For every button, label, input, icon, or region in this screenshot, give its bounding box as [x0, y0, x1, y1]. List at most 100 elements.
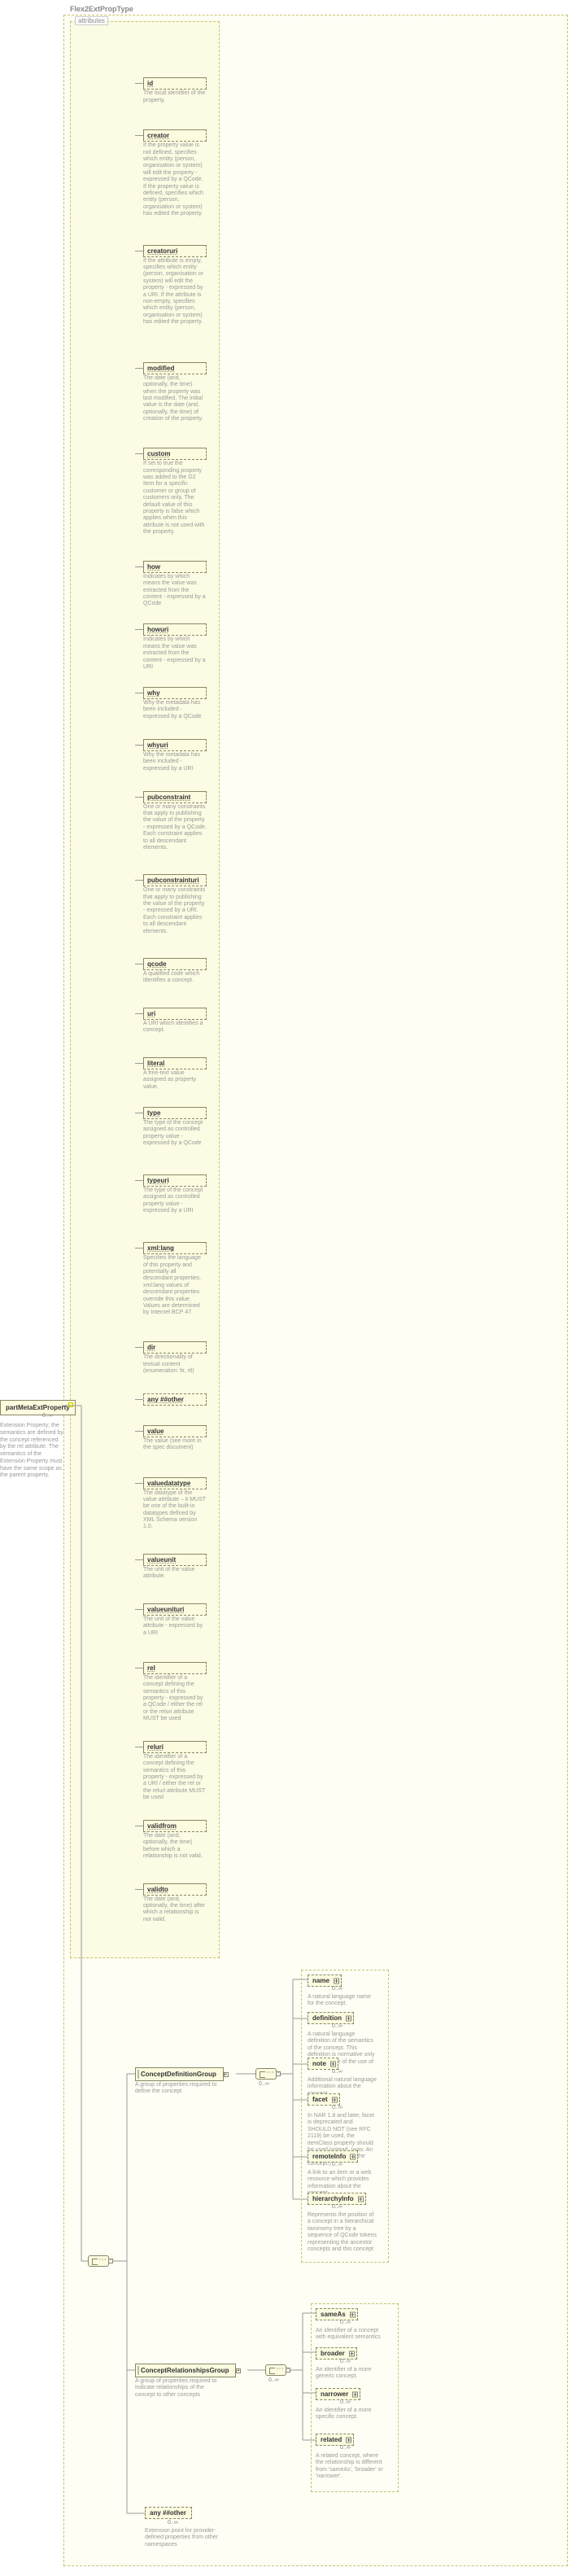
attr-reluri: reluri [143, 1741, 207, 1753]
elem-occ: 0..∞ [332, 2105, 343, 2110]
attr-desc: Why the metadata has been included - exp… [143, 700, 207, 720]
attr-label: literal [147, 1060, 164, 1067]
attr-desc: If the property value is not defined, sp… [143, 142, 207, 217]
root-occurrence: 0..∞ [42, 1413, 53, 1419]
elem-desc: An identifier of a more generic concept. [316, 2367, 385, 2381]
cdg-child-hierarchyinfo: hierarchyInfo+ [308, 2193, 366, 2205]
attr-xml-lang: xml:lang [143, 1242, 207, 1254]
attr-label: type [147, 1109, 160, 1117]
attr-desc: Specifies the language of this property … [143, 1255, 207, 1317]
cdg-seq-occ: 0..∞ [259, 2081, 269, 2087]
cdg-child-definition: definition+ [308, 2012, 354, 2024]
attributes-title: attributes [75, 16, 108, 25]
cdg-sequence: - [255, 2068, 277, 2080]
attr-label: dir [147, 1344, 155, 1351]
attr-label: rel [147, 1664, 155, 1672]
elem-occ: 0..∞ [332, 1986, 343, 1992]
attr-desc: The local identifier of the property. [143, 90, 207, 104]
attr-pubconstraint: pubconstraint [143, 791, 207, 803]
attr-desc: The datatype of the value attribute – it… [143, 1490, 207, 1531]
type-label: Flex2ExtPropType [70, 5, 133, 13]
attr-label: howuri [147, 626, 168, 633]
attr-desc: The date (and, optionally, the time) aft… [143, 1896, 207, 1924]
attr-label: modified [147, 365, 174, 372]
elem-occ: 0..∞ [340, 2359, 351, 2364]
root-desc: Extension Property; the semantics are de… [0, 1423, 65, 1480]
elem-desc: A related concept, where the relationshi… [316, 2453, 385, 2481]
elem-occ: 0..∞ [340, 2399, 351, 2405]
attr-valuedatatype: valuedatatype [143, 1477, 207, 1489]
attr-label: xml:lang [147, 1244, 174, 1252]
attr-validto: validto [143, 1883, 207, 1896]
root-element: partMetaExtProperty [0, 1400, 76, 1415]
attr-pubconstrainturi: pubconstrainturi [143, 874, 207, 886]
root-element-label: partMetaExtProperty [6, 1404, 70, 1411]
crg-child-broader: broader+ [316, 2347, 357, 2360]
attr-literal: literal [143, 1057, 207, 1069]
attr-dir: dir [143, 1341, 207, 1354]
attr-creator: creator [143, 129, 207, 142]
elem-label: narrower [321, 2390, 348, 2398]
attr-modified: modified [143, 362, 207, 374]
attr-label: reluri [147, 1743, 164, 1751]
cdg-label: ConceptDefinitionGroup [141, 2071, 216, 2078]
attr-desc: The type of the concept assigned as cont… [143, 1120, 207, 1148]
cdg-child-facet: facet+ [308, 2093, 340, 2106]
elem-desc: A natural language name for the concept. [308, 1994, 377, 2008]
attr-desc: A URI which identifies a concept. [143, 1021, 207, 1034]
attr-label: typeuri [147, 1177, 169, 1184]
concept-relationships-group: ConceptRelationshipsGroup [135, 2364, 236, 2377]
attr-desc: The date (and, optionally, the time) whe… [143, 375, 207, 423]
attr-any-other: any ##other [143, 1393, 207, 1406]
attr-label: creator [147, 132, 169, 139]
attr-desc: The directionality of textual content (e… [143, 1354, 207, 1375]
elem-desc: An identifier of a concept with equivale… [316, 2328, 385, 2342]
cdg-child-remoteinfo: remoteInfo+ [308, 2150, 358, 2163]
attr-label: valueunituri [147, 1606, 184, 1613]
attr-desc: The identifier of a concept defining the… [143, 1754, 207, 1802]
attr-desc: The unit of the value attribute - expres… [143, 1616, 207, 1637]
crg-sequence: - [265, 2364, 286, 2376]
attr-label: id [147, 80, 153, 87]
attr-desc: One or many constraints that apply to pu… [143, 804, 207, 852]
attr-valueunituri: valueunituri [143, 1603, 207, 1616]
cdg-desc: A group of properties required to define… [135, 2082, 220, 2096]
attr-creatoruri: creatoruri [143, 245, 207, 257]
attr-label: pubconstrainturi [147, 877, 199, 884]
attr-id: id [143, 77, 207, 90]
attr-why: why [143, 687, 207, 699]
canvas: Flex2ExtPropType attributes partMetaExtP… [0, 0, 576, 2576]
attr-validfrom: validfrom [143, 1820, 207, 1832]
attr-desc: The type of the concept assigned as cont… [143, 1187, 207, 1215]
elem-label: definition [312, 2014, 342, 2022]
crg-child-related: related+ [316, 2434, 354, 2446]
cdg-child-note: note+ [308, 2058, 338, 2070]
elem-label: broader [321, 2350, 345, 2357]
any-other-occ: 0..∞ [168, 2520, 178, 2526]
attr-label: how [147, 563, 160, 571]
attr-desc: Indicates by which means the value was e… [143, 574, 207, 608]
elem-occ: 0..∞ [332, 2069, 343, 2075]
elem-desc: Represents the position of a concept in … [308, 2212, 377, 2253]
attr-value: value [143, 1425, 207, 1437]
attr-qcode: qcode [143, 958, 207, 970]
elem-occ: 0..∞ [340, 2445, 351, 2451]
elem-occ: 0..∞ [332, 2204, 343, 2210]
attr-label: any ##other [147, 1396, 184, 1403]
attr-label: value [147, 1428, 164, 1435]
attr-desc: The unit of the value attribute. [143, 1567, 207, 1581]
attr-label: why [147, 689, 160, 697]
attr-rel: rel [143, 1662, 207, 1674]
crg-label: ConceptRelationshipsGroup [141, 2367, 229, 2374]
elem-label: sameAs [321, 2311, 346, 2318]
attr-valueunit: valueunit [143, 1554, 207, 1566]
attr-label: pubconstraint [147, 794, 190, 801]
attr-type: type [143, 1107, 207, 1119]
attr-label: custom [147, 450, 170, 457]
any-other-element: any ##other [145, 2507, 192, 2519]
attr-desc: If set to true the corresponding propert… [143, 461, 207, 536]
attr-desc: Indicates by which means the value was e… [143, 636, 207, 671]
crg-child-sameas: sameAs+ [316, 2308, 358, 2320]
attr-whyuri: whyuri [143, 739, 207, 751]
attr-label: qcode [147, 960, 167, 968]
